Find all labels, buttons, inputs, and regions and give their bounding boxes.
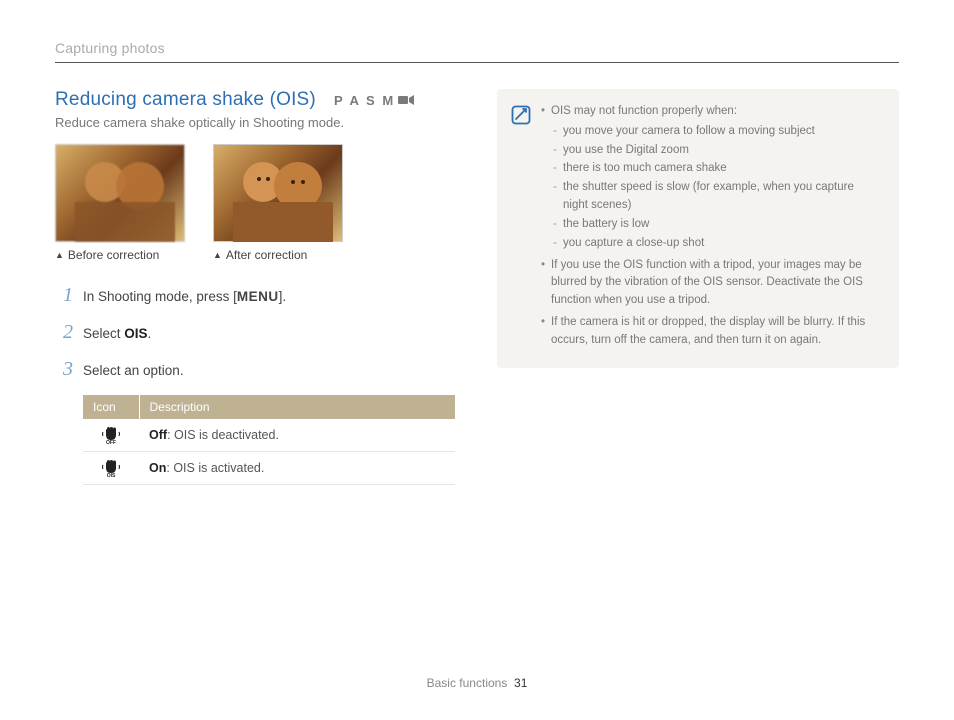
photo-after-block: ▲ After correction bbox=[213, 144, 343, 262]
steps-list: 1 In Shooting mode, press [MENU]. 2 Sele… bbox=[55, 284, 455, 485]
right-column: OIS may not function properly when: you … bbox=[497, 89, 899, 485]
page-title: Reducing camera shake (OIS) bbox=[55, 89, 316, 111]
cell-desc: On: OIS is activated. bbox=[139, 452, 455, 485]
options-table: Icon Description OFF Off: OIS is deactiv… bbox=[83, 395, 455, 485]
photo-row: ▲ Before correction ▲ After corre bbox=[55, 144, 455, 262]
th-icon: Icon bbox=[83, 395, 139, 419]
footer-section: Basic functions bbox=[427, 676, 508, 690]
mode-letters: P A S M bbox=[334, 93, 395, 108]
step-3: 3 Select an option. bbox=[55, 358, 455, 381]
note-item: If the camera is hit or dropped, the dis… bbox=[541, 314, 881, 350]
caption-after-text: After correction bbox=[226, 248, 307, 262]
triangle-icon: ▲ bbox=[55, 250, 64, 260]
video-icon bbox=[397, 94, 415, 106]
ois-on-icon: OIS bbox=[83, 452, 139, 485]
row-sep: : bbox=[167, 428, 174, 442]
ois-label: OIS bbox=[124, 326, 147, 341]
ois-off-icon: OFF bbox=[83, 419, 139, 452]
page-footer: Basic functions 31 bbox=[0, 676, 954, 690]
note-sub-item: the battery is low bbox=[551, 216, 881, 234]
caption-after: ▲ After correction bbox=[213, 248, 343, 262]
note-sub-item: you move your camera to follow a moving … bbox=[551, 123, 881, 141]
th-desc: Description bbox=[139, 395, 455, 419]
photo-before bbox=[55, 144, 185, 242]
row-rest: OIS is activated. bbox=[173, 461, 264, 475]
step-1-pre: In Shooting mode, press [ bbox=[83, 289, 237, 304]
cell-desc: Off: OIS is deactivated. bbox=[139, 419, 455, 452]
triangle-icon: ▲ bbox=[213, 250, 222, 260]
table-row: OIS On: OIS is activated. bbox=[83, 452, 455, 485]
step-text: Select an option. bbox=[83, 362, 184, 381]
row-label: Off bbox=[149, 428, 167, 442]
caption-before-text: Before correction bbox=[68, 248, 159, 262]
subtitle: Reduce camera shake optically in Shootin… bbox=[55, 115, 455, 130]
note-sub-item: you use the Digital zoom bbox=[551, 142, 881, 160]
step-number: 1 bbox=[55, 284, 73, 307]
step-text: In Shooting mode, press [MENU]. bbox=[83, 288, 286, 307]
svg-text:OIS: OIS bbox=[107, 473, 116, 477]
breadcrumb: Capturing photos bbox=[55, 40, 899, 63]
note-item: OIS may not function properly when: you … bbox=[541, 103, 881, 253]
page-number: 31 bbox=[514, 676, 527, 690]
step-2-post: . bbox=[148, 326, 152, 341]
note-sub-item: the shutter speed is slow (for example, … bbox=[551, 179, 881, 215]
menu-label: MENU bbox=[237, 289, 279, 304]
left-column: Reducing camera shake (OIS) P A S M Redu… bbox=[55, 89, 455, 485]
step-number: 3 bbox=[55, 358, 73, 381]
mode-icons: P A S M bbox=[334, 93, 415, 108]
step-2: 2 Select OIS. bbox=[55, 321, 455, 344]
note-intro: OIS may not function properly when: bbox=[551, 105, 737, 117]
table-row: OFF Off: OIS is deactivated. bbox=[83, 419, 455, 452]
caption-before: ▲ Before correction bbox=[55, 248, 185, 262]
step-2-pre: Select bbox=[83, 326, 124, 341]
note-sub-item: you capture a close-up shot bbox=[551, 235, 881, 253]
note-sublist: you move your camera to follow a moving … bbox=[551, 123, 881, 253]
svg-text:OFF: OFF bbox=[106, 440, 116, 444]
photo-before-block: ▲ Before correction bbox=[55, 144, 185, 262]
note-item: If you use the OIS function with a tripo… bbox=[541, 257, 881, 310]
step-text: Select OIS. bbox=[83, 325, 151, 344]
note-icon bbox=[511, 105, 531, 354]
step-1: 1 In Shooting mode, press [MENU]. bbox=[55, 284, 455, 307]
step-1-post: ]. bbox=[279, 289, 287, 304]
note-content: OIS may not function properly when: you … bbox=[541, 103, 881, 354]
step-number: 2 bbox=[55, 321, 73, 344]
photo-after bbox=[213, 144, 343, 242]
note-sub-item: there is too much camera shake bbox=[551, 160, 881, 178]
row-rest: OIS is deactivated. bbox=[174, 428, 279, 442]
note-box: OIS may not function properly when: you … bbox=[497, 89, 899, 368]
row-label: On bbox=[149, 461, 166, 475]
